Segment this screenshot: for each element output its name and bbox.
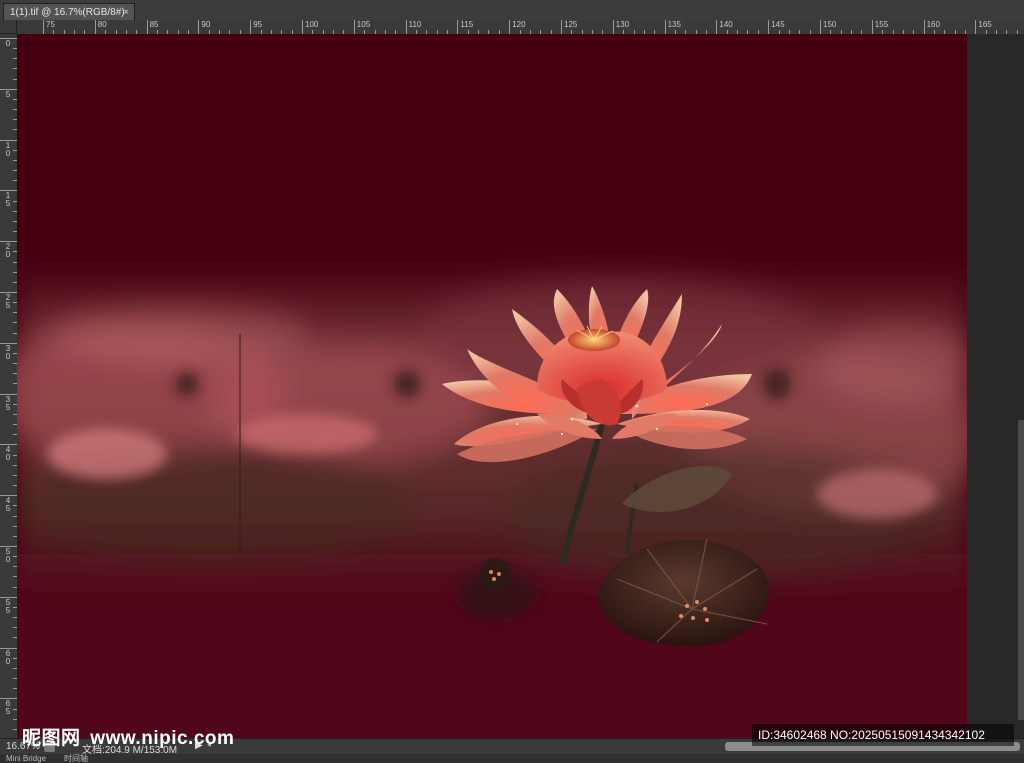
ruler-major-tick: [250, 20, 252, 34]
ruler-major-tick: [457, 20, 459, 34]
ruler-major-tick: [612, 20, 614, 34]
ruler-major-tick: [353, 20, 355, 34]
ruler-label: 60: [5, 648, 11, 666]
ruler-label: 25: [5, 293, 11, 310]
vertical-ruler[interactable]: 0 5 10 15 20 25 30 35 40 45 50 55 60 65: [0, 34, 18, 738]
ruler-label: 105: [356, 20, 371, 29]
document-canvas[interactable]: [17, 34, 987, 738]
ruler-label: 45: [5, 496, 11, 514]
site-url: www.nipic.com: [90, 728, 235, 749]
ruler-major-tick: [664, 20, 666, 34]
ruler-label: 55: [5, 597, 11, 615]
ruler-major-tick: [871, 20, 873, 34]
ruler-label: 100: [305, 20, 319, 29]
ruler-label: 145: [771, 20, 785, 29]
ruler-label: 160: [926, 20, 940, 29]
ruler-label: 35: [5, 394, 11, 412]
ruler-label: 50: [5, 547, 11, 564]
ruler-major-tick: [43, 20, 44, 34]
ruler-label: 40: [5, 445, 11, 463]
ruler-major-tick: [716, 20, 718, 34]
ruler-label: 115: [460, 20, 474, 29]
close-tab-icon[interactable]: ×: [123, 4, 129, 21]
ruler-label: 75: [46, 20, 55, 29]
canvas-area[interactable]: [17, 34, 1024, 738]
ruler-major-tick: [820, 20, 821, 34]
ruler-label: 80: [97, 20, 107, 29]
ruler-label: 110: [408, 20, 422, 29]
ruler-major-tick: [302, 20, 303, 34]
ruler-label: 0: [5, 39, 11, 48]
tab-mini-bridge[interactable]: Mini Bridge: [6, 755, 46, 763]
ruler-major-tick: [768, 20, 770, 34]
ruler-label: 125: [564, 20, 578, 29]
ruler-label: 165: [978, 20, 992, 29]
ruler-major-tick: [923, 20, 925, 34]
ruler-label: 20: [5, 242, 11, 260]
ruler-label: 150: [823, 20, 837, 29]
ruler-label: 65: [5, 699, 11, 717]
ruler-major-tick: [509, 20, 511, 34]
document-tab-bar: 1(1).tif @ 16.7%(RGB/8#) ×: [0, 0, 1024, 21]
ruler-label: 85: [149, 20, 159, 29]
ruler-origin[interactable]: [0, 20, 17, 34]
document-tab[interactable]: 1(1).tif @ 16.7%(RGB/8#) ×: [3, 3, 135, 20]
ruler-label: 90: [201, 20, 211, 29]
document-tab-title: 1(1).tif @ 16.7%(RGB/8#): [10, 7, 125, 18]
ruler-label: 140: [719, 20, 733, 29]
site-watermark: 昵图网 www.nipic.com: [22, 723, 234, 750]
tab-timeline[interactable]: 时间轴: [64, 755, 88, 763]
ruler-label: 95: [253, 20, 263, 29]
vertical-scrollbar[interactable]: [1018, 420, 1024, 720]
ruler-major-tick: [94, 20, 96, 34]
ruler-label: 135: [667, 20, 681, 29]
ruler-major-tick: [405, 20, 407, 34]
bottom-panel-tabs: Mini Bridge 时间轴: [0, 754, 1024, 763]
ruler-label: 15: [5, 191, 11, 209]
ruler-major-tick: [198, 20, 200, 34]
site-name: 昵图网: [22, 728, 81, 749]
ruler-major-tick: [975, 20, 977, 34]
ruler-major-tick: [146, 20, 148, 34]
ruler-label: 5: [5, 89, 11, 99]
ruler-major-tick: [561, 20, 562, 34]
ruler-label: 30: [5, 343, 11, 361]
ruler-label: 10: [5, 140, 11, 158]
horizontal-ruler[interactable]: 75 80 85 90 95 100 105 110 115 120 125 130 135 140 145…: [17, 20, 1024, 35]
ruler-label: 155: [874, 20, 889, 29]
ruler-label: 130: [615, 20, 630, 29]
ruler-label: 120: [512, 20, 526, 29]
image-id-watermark: ID:34602468 NO:20250515091434342102: [752, 724, 1014, 746]
lotus-artwork: [17, 34, 987, 738]
